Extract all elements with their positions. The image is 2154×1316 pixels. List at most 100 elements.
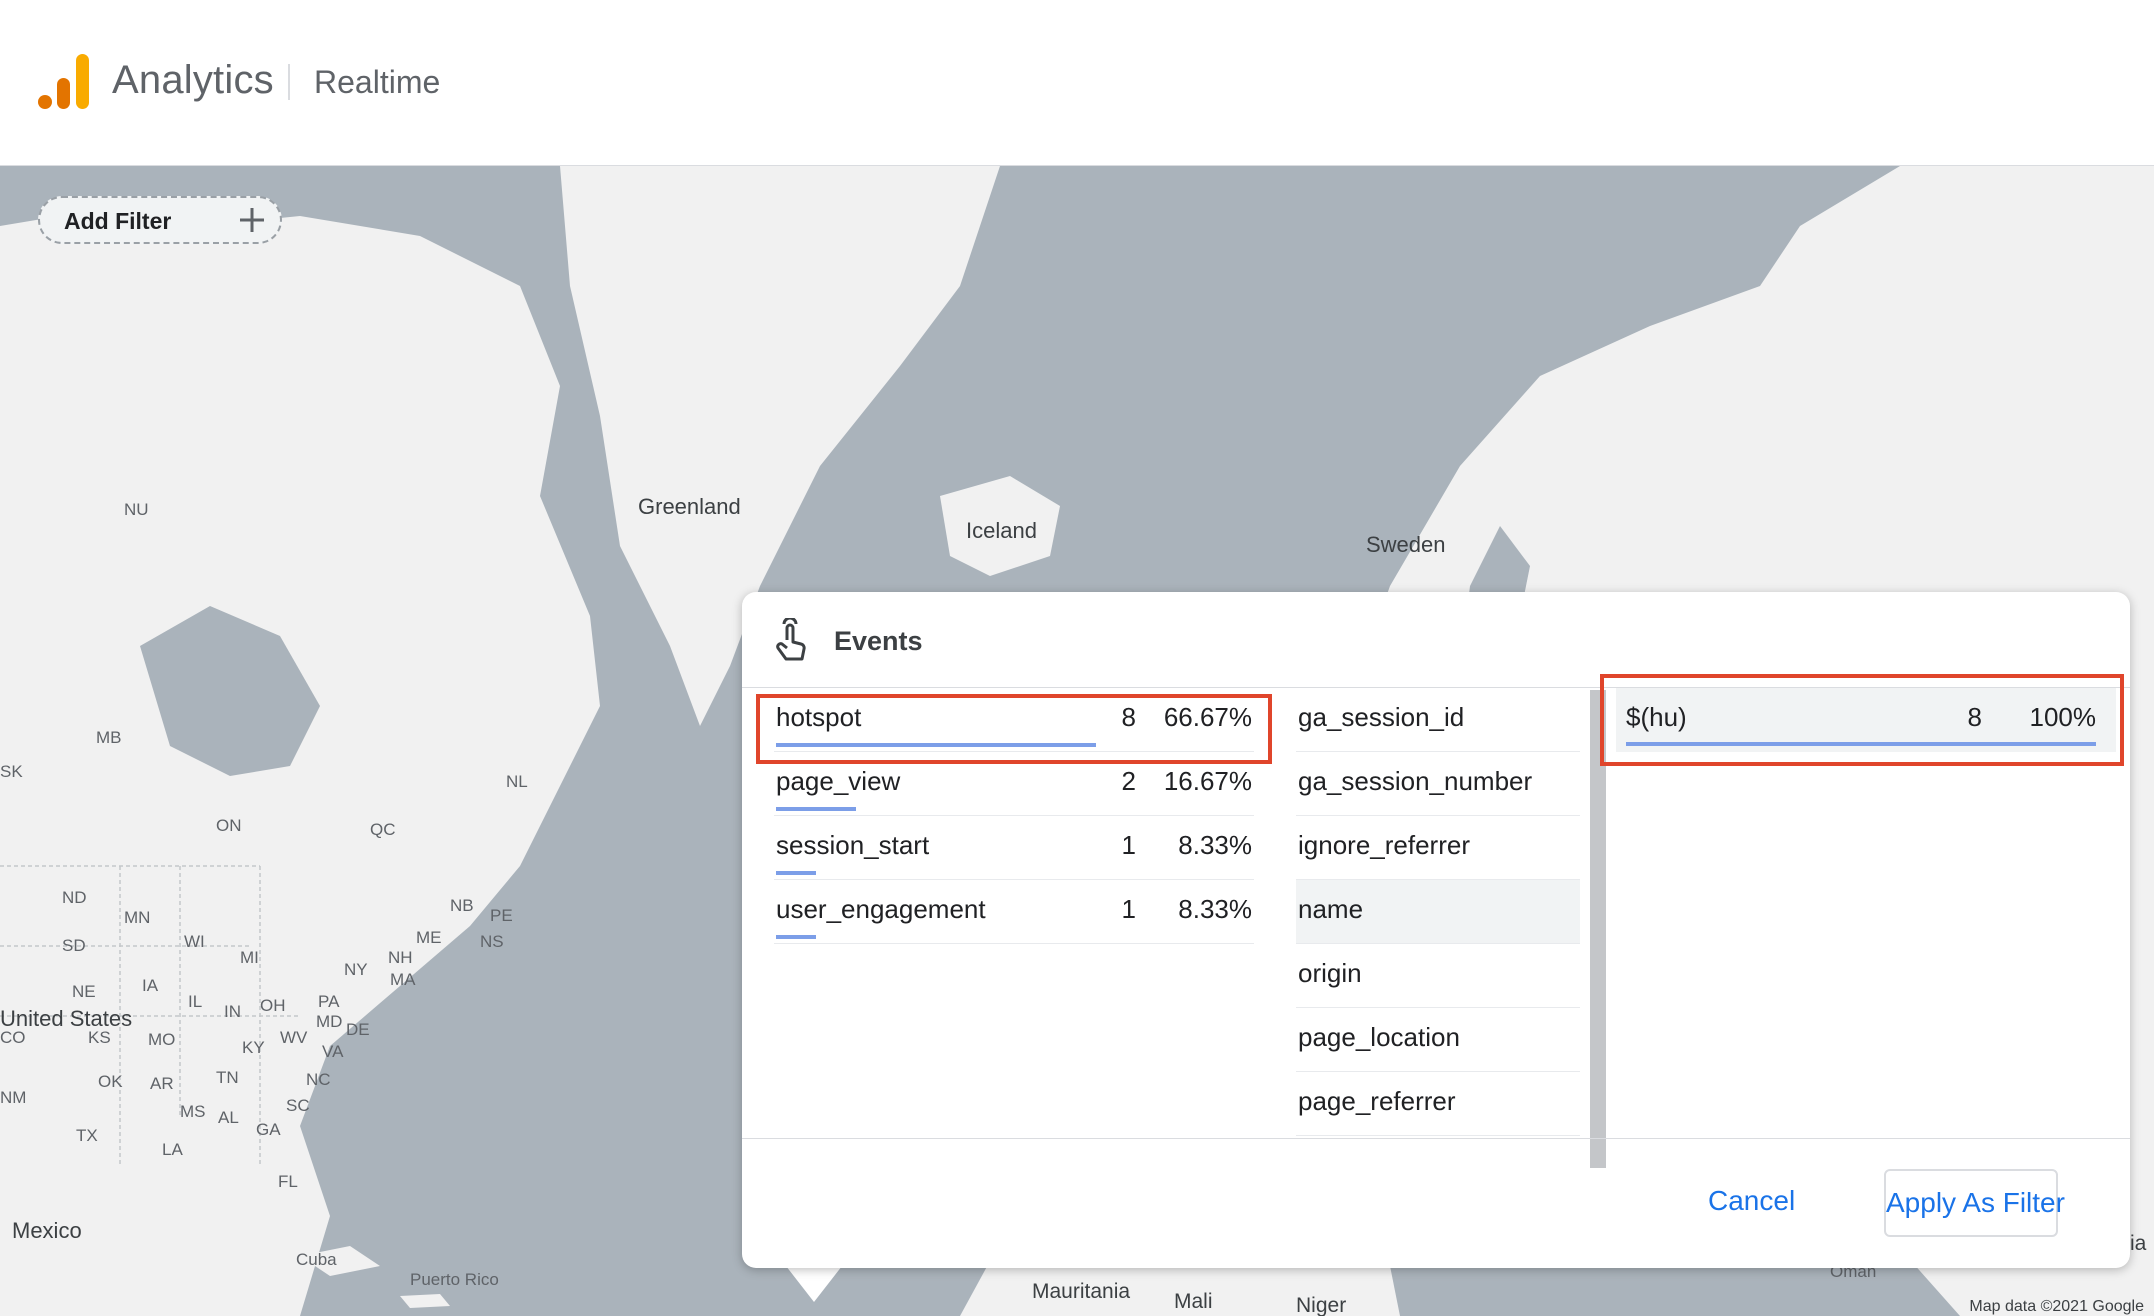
param-row[interactable]: origin — [1296, 944, 1580, 1008]
map-label-tn: TN — [216, 1068, 239, 1087]
event-row-user-engagement[interactable]: user_engagement 1 8.33% — [774, 880, 1254, 944]
param-name: ignore_referrer — [1298, 830, 1470, 860]
map-label-edge: ia — [2130, 1232, 2147, 1255]
value-percent: 100% — [2029, 702, 2097, 732]
param-row[interactable]: ignore_referrer — [1296, 816, 1580, 880]
app-name[interactable]: Analytics — [112, 58, 274, 103]
map-label-mn: MN — [124, 908, 151, 927]
map-label-il: IL — [188, 992, 203, 1011]
analytics-logo-icon[interactable] — [38, 52, 92, 110]
map-label-ok: OK — [98, 1072, 123, 1091]
header-divider — [288, 64, 290, 100]
map-label-wv: WV — [280, 1028, 308, 1047]
event-bar — [776, 935, 816, 939]
value-count: 8 — [1967, 702, 1982, 732]
map-label-md: MD — [316, 1012, 343, 1031]
map-label-nb: NB — [450, 896, 474, 915]
map-label-ar: AR — [150, 1074, 174, 1093]
event-name: page_view — [776, 766, 901, 796]
popup-header: Events — [742, 592, 2130, 688]
event-percent: 16.67% — [1163, 766, 1252, 796]
touch-icon — [776, 618, 806, 661]
map-label-nd: ND — [62, 888, 87, 907]
map-label-pe: PE — [490, 906, 513, 925]
map-label-nl: NL — [506, 772, 528, 791]
param-name: page_location — [1298, 1022, 1460, 1052]
map-label-qc: QC — [370, 820, 396, 839]
value-row[interactable]: $(hu) 8 100% — [1616, 688, 2116, 752]
map-label-me: ME — [416, 928, 442, 947]
map-label-ia: IA — [142, 976, 159, 995]
events-list: hotspot 8 66.67% page_view 2 16.67% sess… — [774, 688, 1254, 944]
map-label-in: IN — [224, 1002, 241, 1021]
map-label-sweden: Sweden — [1366, 532, 1446, 557]
map-label-nh: NH — [388, 948, 413, 967]
event-row-session-start[interactable]: session_start 1 8.33% — [774, 816, 1254, 880]
event-percent: 8.33% — [1178, 830, 1252, 860]
map-label-oh: OH — [260, 996, 286, 1015]
event-name: session_start — [776, 830, 930, 860]
apply-as-filter-button[interactable]: Apply As Filter — [1884, 1169, 2065, 1237]
param-row[interactable]: ga_session_id — [1296, 688, 1580, 752]
value-bar — [1626, 742, 2096, 746]
map-label-pa: PA — [318, 992, 340, 1011]
event-row-page-view[interactable]: page_view 2 16.67% — [774, 752, 1254, 816]
map-attribution[interactable]: Map data ©2021 Google — [1969, 1298, 2144, 1316]
app-header: Analytics Realtime — [0, 0, 2154, 166]
plus-icon — [240, 208, 264, 232]
page-title: Realtime — [314, 64, 441, 100]
map-label-ky: KY — [242, 1038, 265, 1057]
map-label-ma: MA — [390, 970, 416, 989]
map-label-greenland: Greenland — [638, 494, 741, 519]
value-name: $(hu) — [1626, 702, 1687, 732]
param-row[interactable]: page_location — [1296, 1008, 1580, 1072]
map-label-ga: GA — [256, 1120, 281, 1139]
map-label-niger: Niger — [1296, 1294, 1347, 1316]
map-label-fl: FL — [278, 1172, 298, 1191]
event-count: 1 — [1121, 830, 1136, 860]
map-label-mexico: Mexico — [12, 1218, 82, 1243]
event-percent: 66.67% — [1163, 702, 1252, 732]
map-label-cuba: Cuba — [296, 1250, 337, 1269]
cancel-button[interactable]: Cancel — [1708, 1185, 1795, 1217]
event-bar — [776, 871, 816, 875]
param-name: ga_session_id — [1298, 702, 1465, 732]
map-label-nm: NM — [0, 1088, 27, 1107]
map-label-mo: MO — [148, 1030, 176, 1049]
event-bar — [776, 807, 856, 811]
popup-title: Events — [834, 626, 923, 656]
map-label-mb: MB — [96, 728, 122, 747]
event-row-hotspot[interactable]: hotspot 8 66.67% — [774, 688, 1254, 752]
map-label-puerto-rico: Puerto Rico — [410, 1270, 499, 1289]
event-name: user_engagement — [776, 894, 986, 924]
parameter-scrollbar[interactable] — [1590, 690, 1606, 1168]
map-label-on: ON — [216, 816, 242, 835]
map-label-va: VA — [322, 1042, 344, 1061]
event-count: 1 — [1121, 894, 1136, 924]
map-label-nu: NU — [124, 500, 149, 519]
param-name: ga_session_number — [1298, 766, 1533, 796]
param-row-active[interactable]: name — [1296, 880, 1580, 944]
event-count: 2 — [1121, 766, 1136, 796]
map-label-nc: NC — [306, 1070, 331, 1089]
popup-footer: Cancel Apply As Filter — [742, 1138, 2130, 1268]
map-label-mauritania: Mauritania — [1032, 1280, 1131, 1303]
map-label-mi: MI — [240, 948, 259, 967]
map-label-la: LA — [162, 1140, 183, 1159]
param-name: origin — [1298, 958, 1362, 988]
map-label-ns: NS — [480, 932, 504, 951]
param-row[interactable]: ga_session_number — [1296, 752, 1580, 816]
value-list: $(hu) 8 100% — [1616, 688, 2116, 752]
map-label-sd: SD — [62, 936, 86, 955]
event-name: hotspot — [776, 702, 862, 732]
event-percent: 8.33% — [1178, 894, 1252, 924]
map-label-al: AL — [218, 1108, 239, 1127]
map-label-co: CO — [0, 1028, 26, 1047]
param-row[interactable]: page_referrer — [1296, 1072, 1580, 1136]
events-popup: Events hotspot 8 66.67% page_view 2 16.6… — [742, 592, 2130, 1268]
map-label-ks: KS — [88, 1028, 111, 1047]
param-name: name — [1298, 894, 1364, 924]
add-filter-button[interactable]: Add Filter — [38, 196, 282, 244]
map-label-ms: MS — [180, 1102, 206, 1121]
map-label-sc: SC — [286, 1096, 310, 1115]
